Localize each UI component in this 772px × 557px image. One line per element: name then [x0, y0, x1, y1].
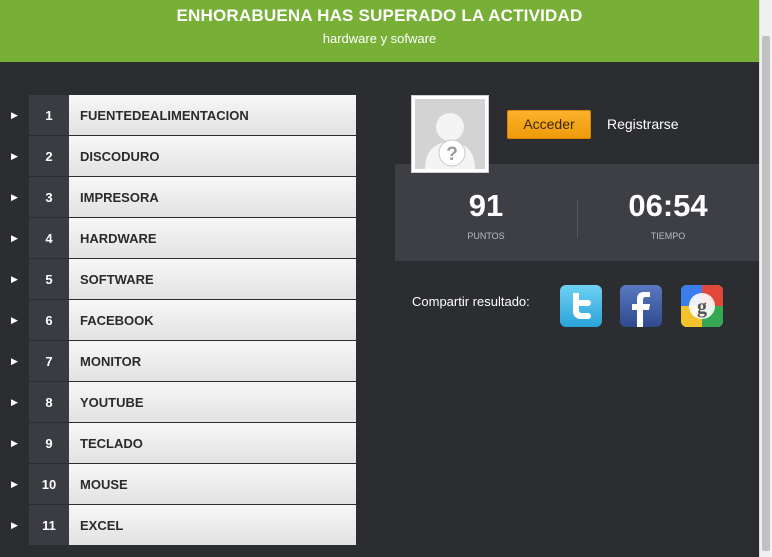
list-item[interactable]: ▶ 4 HARDWARE	[0, 218, 356, 258]
list-item[interactable]: ▶ 1 FUENTEDEALIMENTACION	[0, 95, 356, 135]
avatar: ?	[411, 95, 489, 173]
list-item[interactable]: ▶ 10 MOUSE	[0, 464, 356, 504]
item-label: IMPRESORA	[69, 177, 356, 217]
item-number: 7	[29, 341, 69, 381]
facebook-share-button[interactable]	[620, 285, 662, 327]
expand-arrow-icon: ▶	[11, 355, 18, 366]
time-value: 06:54	[628, 188, 708, 223]
item-number: 10	[29, 464, 69, 504]
item-label: MOUSE	[69, 464, 356, 504]
list-item[interactable]: ▶ 7 MONITOR	[0, 341, 356, 381]
list-item[interactable]: ▶ 6 FACEBOOK	[0, 300, 356, 340]
item-number: 4	[29, 218, 69, 258]
expand-arrow-icon: ▶	[11, 273, 18, 284]
item-label: MONITOR	[69, 341, 356, 381]
item-number: 11	[29, 505, 69, 545]
item-label: YOUTUBE	[69, 382, 356, 422]
expand-arrow-icon: ▶	[11, 150, 18, 161]
expand-arrow-icon: ▶	[11, 191, 18, 202]
expand-arrow-icon: ▶	[11, 478, 18, 489]
item-label: FACEBOOK	[69, 300, 356, 340]
points-label: PUNTOS	[467, 231, 505, 241]
list-item[interactable]: ▶ 5 SOFTWARE	[0, 259, 356, 299]
item-label: FUENTEDEALIMENTACION	[69, 95, 356, 135]
vertical-scrollbar[interactable]	[759, 0, 772, 557]
google-icon: g	[681, 285, 723, 327]
word-list: ▶ 1 FUENTEDEALIMENTACION ▶ 2 DISCODURO ▶…	[0, 95, 356, 546]
list-item[interactable]: ▶ 8 YOUTUBE	[0, 382, 356, 422]
item-number: 2	[29, 136, 69, 176]
facebook-icon	[632, 292, 650, 327]
item-number: 9	[29, 423, 69, 463]
time-label: TIEMPO	[650, 231, 686, 241]
list-item[interactable]: ▶ 9 TECLADO	[0, 423, 356, 463]
result-title: ENHORABUENA HAS SUPERADO LA ACTIVIDAD	[176, 6, 583, 25]
expand-arrow-icon: ▶	[11, 232, 18, 243]
item-number: 6	[29, 300, 69, 340]
expand-arrow-icon: ▶	[11, 109, 18, 120]
score-panel: 91 PUNTOS 06:54 TIEMPO	[395, 164, 759, 261]
item-number: 1	[29, 95, 69, 135]
item-label: EXCEL	[69, 505, 356, 545]
svg-text:?: ?	[446, 144, 458, 165]
list-item[interactable]: ▶ 3 IMPRESORA	[0, 177, 356, 217]
anonymous-user-icon: ?	[415, 99, 485, 169]
game-result-panel: ENHORABUENA HAS SUPERADO LA ACTIVIDAD ha…	[0, 0, 759, 557]
result-header: ENHORABUENA HAS SUPERADO LA ACTIVIDAD ha…	[0, 0, 759, 62]
scrollbar-thumb[interactable]	[762, 36, 770, 551]
item-label: DISCODURO	[69, 136, 356, 176]
activity-subtitle: hardware y sofware	[322, 31, 437, 46]
points-value: 91	[468, 188, 504, 223]
twitter-share-button[interactable]	[560, 285, 602, 327]
item-number: 3	[29, 177, 69, 217]
item-number: 8	[29, 382, 69, 422]
item-label: TECLADO	[69, 423, 356, 463]
item-label: SOFTWARE	[69, 259, 356, 299]
expand-arrow-icon: ▶	[11, 437, 18, 448]
item-number: 5	[29, 259, 69, 299]
list-item[interactable]: ▶ 2 DISCODURO	[0, 136, 356, 176]
list-item[interactable]: ▶ 11 EXCEL	[0, 505, 356, 545]
expand-arrow-icon: ▶	[11, 396, 18, 407]
google-share-button[interactable]: g	[681, 285, 723, 327]
expand-arrow-icon: ▶	[11, 314, 18, 325]
expand-arrow-icon: ▶	[11, 519, 18, 530]
login-button[interactable]: Acceder	[507, 110, 591, 139]
twitter-icon	[573, 293, 591, 319]
item-label: HARDWARE	[69, 218, 356, 258]
svg-text:g: g	[697, 296, 707, 318]
share-label: Compartir resultado:	[412, 294, 530, 309]
register-link[interactable]: Registrarse	[607, 116, 679, 132]
